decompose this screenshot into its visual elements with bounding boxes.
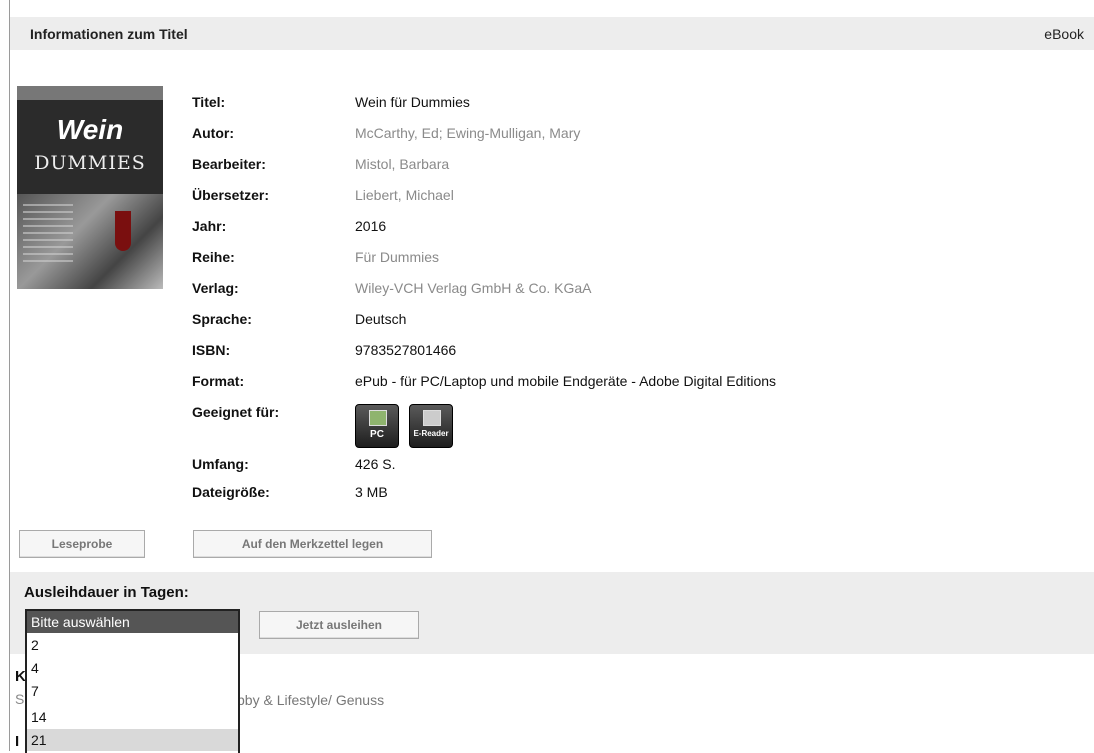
detail-row-language: Sprache: Deutsch <box>192 311 992 331</box>
section-heading-fragment-2: I <box>15 733 20 750</box>
loan-duration-dropdown[interactable]: Bitte auswählen 2 4 7 14 21 <box>25 609 240 753</box>
detail-label: Umfang: <box>192 456 249 472</box>
dropdown-option[interactable]: 2 <box>27 634 238 656</box>
author-link[interactable]: McCarthy, Ed; Ewing-Mulligan, Mary <box>355 125 580 141</box>
detail-label: Autor: <box>192 125 234 141</box>
header-title: Informationen zum Titel <box>30 26 188 42</box>
detail-row-author: Autor: McCarthy, Ed; Ewing-Mulligan, Mar… <box>192 125 992 145</box>
detail-label: Reihe: <box>192 249 235 265</box>
detail-label: Sprache: <box>192 311 252 327</box>
media-type-label: eBook <box>1044 26 1084 42</box>
detail-label: Übersetzer: <box>192 187 270 203</box>
detail-label: Verlag: <box>192 280 239 296</box>
dropdown-option[interactable]: 7 <box>27 680 238 702</box>
dropdown-option[interactable]: Bitte auswählen <box>27 611 238 633</box>
series-link[interactable]: Für Dummies <box>355 249 439 265</box>
cover-title: Wein <box>56 114 124 145</box>
detail-label: ISBN: <box>192 342 231 358</box>
detail-label: Dateigröße: <box>192 484 270 500</box>
detail-row-editor: Bearbeiter: Mistol, Barbara <box>192 156 992 176</box>
detail-row-publisher: Verlag: Wiley-VCH Verlag GmbH & Co. KGaA <box>192 280 992 300</box>
detail-row-year: Jahr: 2016 <box>192 218 992 238</box>
editor-link[interactable]: Mistol, Barbara <box>355 156 449 172</box>
dropdown-option[interactable]: 14 <box>27 706 238 728</box>
ereader-icon: E-Reader <box>409 404 453 448</box>
dropdown-option[interactable]: 21 <box>27 729 238 751</box>
translator-link[interactable]: Liebert, Michael <box>355 187 454 203</box>
detail-row-series: Reihe: Für Dummies <box>192 249 992 269</box>
pc-screen <box>369 410 387 426</box>
detail-value-filesize: 3 MB <box>355 484 388 500</box>
cover-subtitle: DUMMIES <box>34 152 146 174</box>
title-info-header: Informationen zum Titel eBook <box>10 17 1094 50</box>
detail-value-extent: 426 S. <box>355 456 396 472</box>
detail-row-translator: Übersetzer: Liebert, Michael <box>192 187 992 207</box>
detail-row-title: Titel: Wein für Dummies <box>192 94 992 114</box>
detail-label: Titel: <box>192 94 226 110</box>
wine-glass-illustration <box>115 211 131 251</box>
dropdown-option[interactable]: 4 <box>27 657 238 679</box>
pc-label: PC <box>370 429 384 440</box>
pc-icon: PC <box>355 404 399 448</box>
detail-value-language: Deutsch <box>355 311 407 327</box>
publisher-link[interactable]: Wiley-VCH Verlag GmbH & Co. KGaA <box>355 280 592 296</box>
cover-text-lines <box>23 204 73 264</box>
detail-row-format: Format: ePub - für PC/Laptop und mobile … <box>192 373 992 393</box>
detail-label: Format: <box>192 373 245 389</box>
detail-label: Jahr: <box>192 218 227 234</box>
ereader-label: E-Reader <box>413 429 449 438</box>
cover-top-strip <box>17 86 163 100</box>
detail-value-title: Wein für Dummies <box>355 94 470 110</box>
detail-value-format: ePub - für PC/Laptop und mobile Endgerät… <box>355 373 777 389</box>
borrow-now-button[interactable]: Jetzt ausleihen <box>259 611 419 639</box>
category-prefix-fragment: S <box>15 691 25 707</box>
detail-label: Bearbeiter: <box>192 156 266 172</box>
add-to-wishlist-button[interactable]: Auf den Merkzettel legen <box>193 530 432 558</box>
detail-row-extent: Umfang: 426 S. <box>192 456 992 476</box>
book-cover-image: Wein DUMMIES <box>17 86 163 289</box>
detail-row-isbn: ISBN: 9783527801466 <box>192 342 992 362</box>
category-link[interactable]: bby & Lifestyle/ Genuss <box>237 692 384 708</box>
detail-value-year: 2016 <box>355 218 387 234</box>
detail-row-filesize: Dateigröße: 3 MB <box>192 484 992 504</box>
read-sample-button[interactable]: Leseprobe <box>19 530 145 558</box>
ereader-screen <box>423 410 441 426</box>
detail-value-isbn: 9783527801466 <box>355 342 457 358</box>
loan-duration-label: Ausleihdauer in Tagen: <box>24 584 189 601</box>
detail-row-suitable: Geeignet für: PC E-Reader <box>192 404 992 454</box>
detail-label: Geeignet für: <box>192 404 280 420</box>
